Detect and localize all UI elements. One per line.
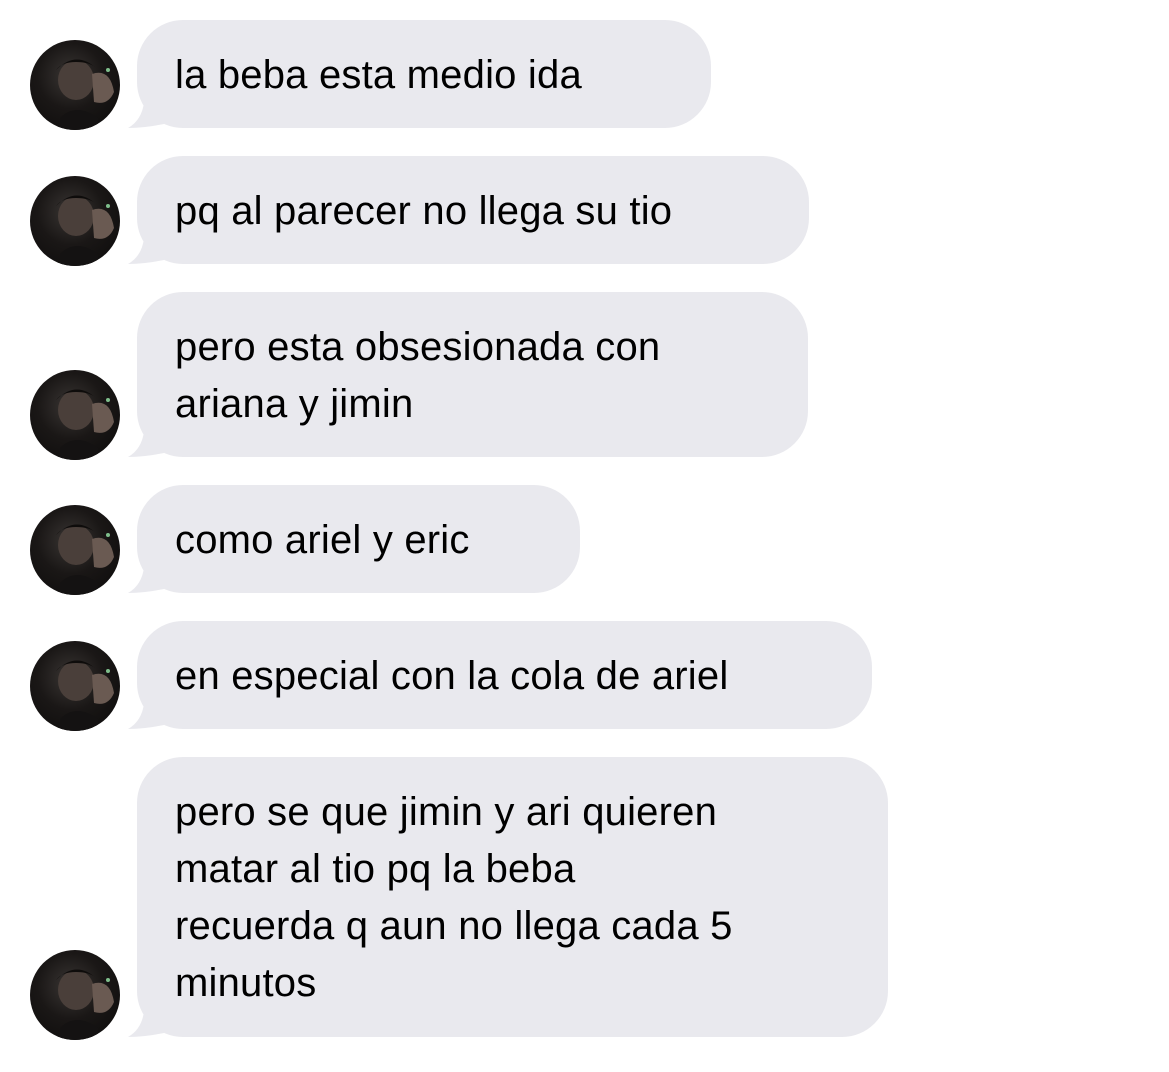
avatar[interactable] (30, 641, 120, 731)
bubble-tail (128, 559, 164, 593)
avatar-photo (56, 524, 114, 595)
message-bubble[interactable]: en especial con la cola de ariel (137, 621, 872, 729)
message-bubble[interactable]: la beba esta medio ida (137, 20, 711, 128)
message-bubble[interactable]: como ariel y eric (137, 485, 580, 593)
avatar-photo (56, 389, 114, 460)
avatar-photo (56, 195, 114, 266)
avatar[interactable] (30, 176, 120, 266)
avatar-photo (56, 59, 114, 130)
message-bubble[interactable]: pero esta obsesionada con ariana y jimin (137, 292, 808, 457)
bubble-tail (128, 695, 164, 729)
avatar[interactable] (30, 40, 120, 130)
bubble-tail (128, 230, 164, 264)
bubble-tail (128, 1003, 164, 1037)
avatar-photo (56, 969, 114, 1040)
avatar-photo (56, 660, 114, 731)
avatar[interactable] (30, 950, 120, 1040)
bubble-tail (128, 94, 164, 128)
avatar[interactable] (30, 505, 120, 595)
message-thread: la beba esta medio ida pq al parecer no … (0, 0, 1169, 1072)
message-bubble[interactable]: pq al parecer no llega su tio (137, 156, 809, 264)
bubble-tail (128, 423, 164, 457)
message-bubble[interactable]: pero se que jimin y ari quieren matar al… (137, 757, 888, 1037)
avatar[interactable] (30, 370, 120, 460)
